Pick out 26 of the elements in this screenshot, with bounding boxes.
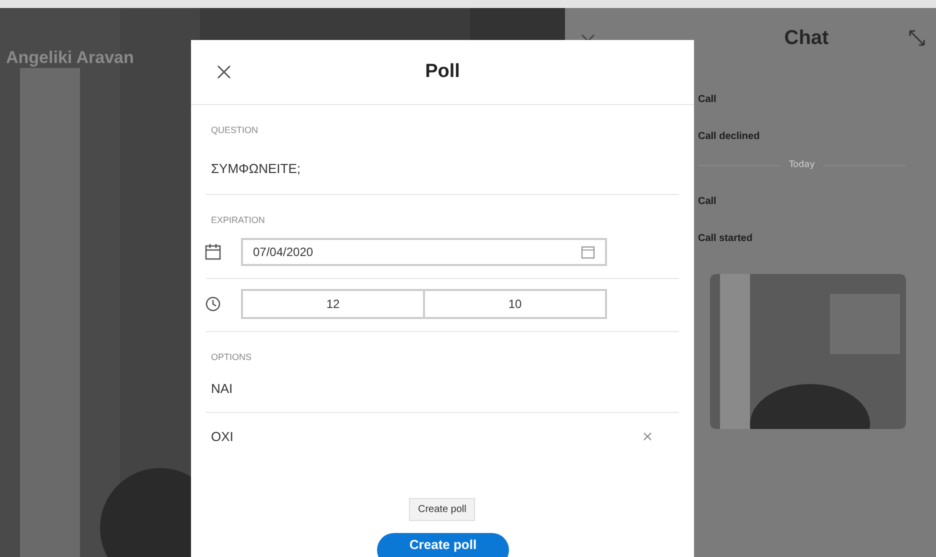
dialog-title: Poll <box>425 61 460 82</box>
call-event: Call <box>698 196 716 207</box>
expand-icon[interactable] <box>908 29 926 47</box>
call-event: Call started <box>698 233 752 244</box>
call-event: Call declined <box>698 131 760 142</box>
day-divider-label: Today <box>788 160 816 170</box>
calendar-icon[interactable] <box>581 245 595 259</box>
section-label: EXPIRATION <box>211 214 265 225</box>
tooltip: Create poll <box>409 498 476 521</box>
option-field[interactable]: OXI <box>211 429 234 444</box>
clock-icon <box>205 296 221 312</box>
calendar-icon <box>205 244 221 260</box>
call-event: Call <box>698 94 716 105</box>
section-label: QUESTION <box>211 124 258 135</box>
minute-field[interactable]: 10 <box>425 289 607 319</box>
option-field[interactable]: NAI <box>211 381 233 396</box>
section-label: OPTIONS <box>211 351 252 362</box>
close-button[interactable] <box>215 63 233 81</box>
chevron-down-icon[interactable] <box>581 34 595 42</box>
create-poll-button[interactable]: Create poll <box>377 533 509 557</box>
hour-field[interactable]: 12 <box>241 289 425 319</box>
question-field[interactable]: ΣΥΜΦΩΝΕΙΤΕ; <box>211 161 301 176</box>
chat-title: Chat <box>784 26 829 50</box>
caller-name: Angeliki Aravan <box>6 48 134 68</box>
remove-option-button[interactable] <box>641 430 654 443</box>
date-field[interactable]: 07/04/2020 <box>241 238 607 266</box>
